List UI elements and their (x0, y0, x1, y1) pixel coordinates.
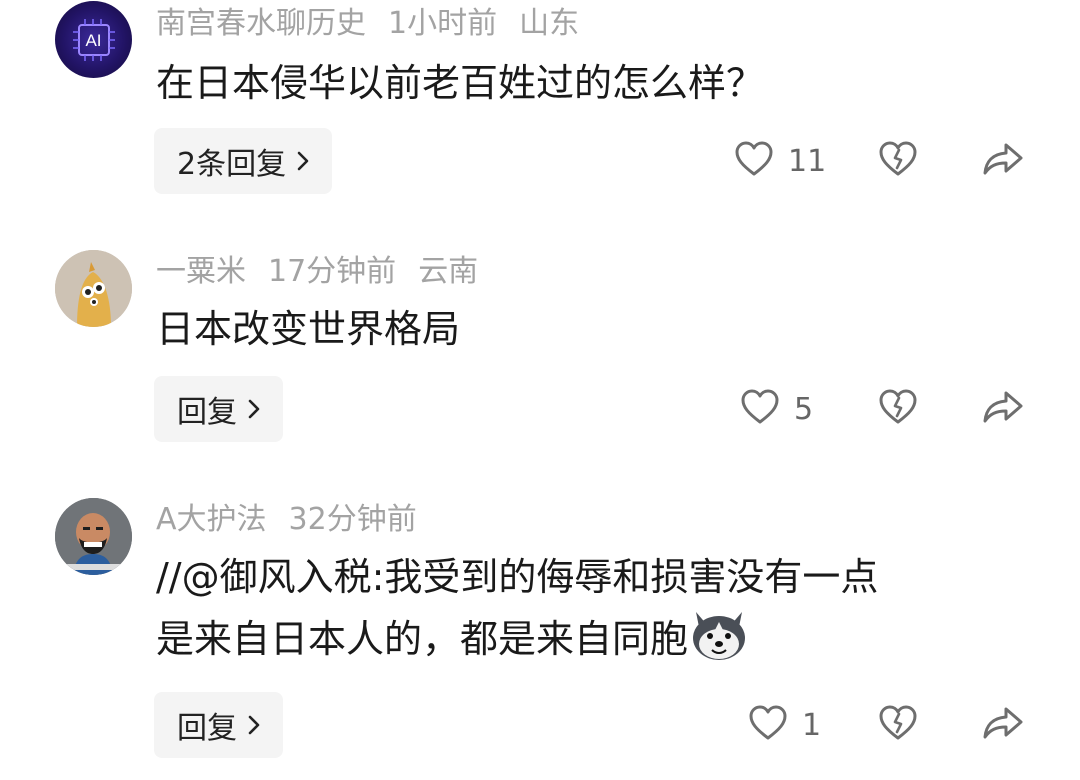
heart-icon (748, 704, 788, 746)
heart-icon (734, 140, 774, 182)
avatar[interactable] (55, 498, 132, 575)
author-name[interactable]: A大护法 (156, 502, 267, 537)
comment-text: 在日本侵华以前老百姓过的怎么样？ (156, 61, 765, 105)
like-count: 1 (802, 707, 822, 743)
comment-meta: 南宫春水聊历史 1小时前 山东 (156, 4, 601, 44)
svg-text:AI: AI (85, 31, 101, 50)
author-name[interactable]: 一粟米 (156, 254, 246, 289)
comment-location: 山东 (519, 6, 580, 41)
cartoon-creature-icon (55, 250, 132, 327)
comment-meta: 一粟米 17分钟前 云南 (156, 252, 500, 292)
author-name[interactable]: 南宫春水聊历史 (156, 6, 366, 41)
broken-heart-icon (878, 140, 918, 182)
share-arrow-icon (982, 388, 1024, 430)
like-count: 11 (788, 143, 827, 179)
ai-chip-icon: AI (73, 19, 115, 61)
dislike-button[interactable] (878, 700, 918, 750)
share-arrow-icon (982, 704, 1024, 746)
share-arrow-icon (982, 140, 1024, 182)
comment-text: 日本改变世界格局 (156, 307, 461, 351)
comment-location: 云南 (418, 254, 479, 289)
comment-text: //@御风入税:我受到的侮辱和损害没有一点 是来自日本人的，都是来自同胞 (156, 546, 1020, 680)
avatar[interactable] (55, 250, 132, 327)
broken-heart-icon (878, 704, 918, 746)
like-button[interactable]: 1 (748, 700, 821, 750)
avatar[interactable]: AI (55, 1, 132, 78)
like-count: 5 (794, 391, 814, 427)
share-button[interactable] (982, 136, 1024, 186)
comment-meta: A大护法 32分钟前 (156, 500, 439, 540)
heart-icon (740, 388, 780, 430)
like-button[interactable]: 5 (740, 384, 813, 434)
comment-text-line: //@御风入税:我受到的侮辱和损害没有一点 (156, 555, 879, 599)
like-button[interactable]: 11 (734, 136, 826, 186)
comment-text-line: 是来自日本人的，都是来自同胞 (156, 608, 1020, 680)
comment-time: 1小时前 (388, 6, 498, 41)
husky-dog-emoji-icon (690, 608, 748, 680)
comment-text-line-content: 是来自日本人的，都是来自同胞 (156, 617, 689, 661)
comment-time: 17分钟前 (268, 254, 397, 289)
cartoon-man-icon (55, 498, 132, 575)
share-button[interactable] (982, 700, 1024, 750)
broken-heart-icon (878, 388, 918, 430)
share-button[interactable] (982, 384, 1024, 434)
dislike-button[interactable] (878, 136, 918, 186)
comment-time: 32分钟前 (288, 502, 417, 537)
dislike-button[interactable] (878, 384, 918, 434)
